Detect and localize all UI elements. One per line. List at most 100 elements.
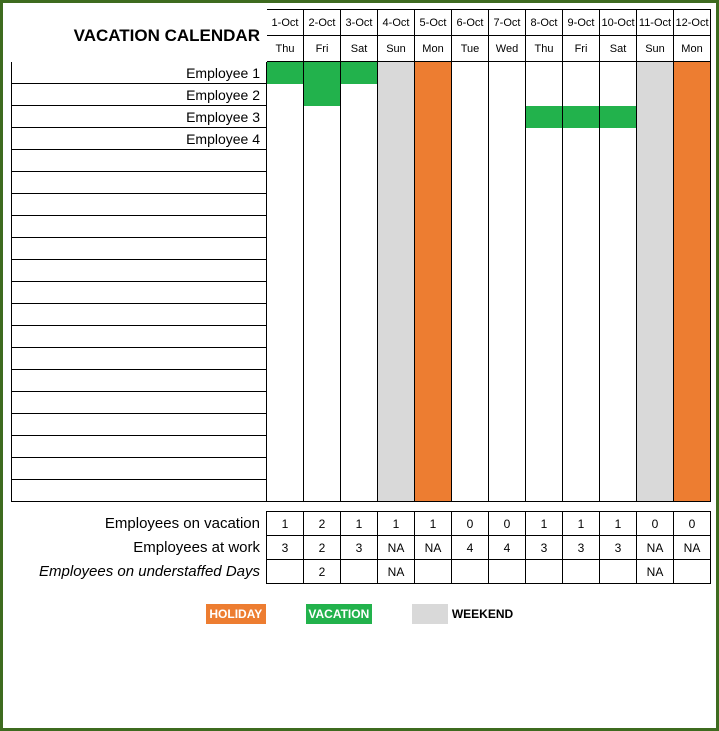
grid-cell: [600, 260, 637, 282]
grid-cell: [415, 216, 452, 238]
date-header: 5-Oct: [415, 10, 452, 36]
grid-cell: [637, 392, 674, 414]
grid-cell: [304, 260, 341, 282]
grid-cell: [452, 84, 489, 106]
grid-cell: [526, 84, 563, 106]
grid-cell: [378, 414, 415, 436]
grid-cell: [674, 194, 711, 216]
grid-cell: [637, 84, 674, 106]
grid-cell: [415, 392, 452, 414]
employee-label: [12, 172, 267, 194]
legend-vacation: VACATION: [306, 604, 372, 624]
grid-cell: [637, 480, 674, 502]
grid-cell: [452, 282, 489, 304]
grid-cell: [304, 480, 341, 502]
employee-label: [12, 216, 267, 238]
summary-label: Employees at work: [12, 536, 267, 560]
grid-cell: [415, 260, 452, 282]
grid-cell: [489, 392, 526, 414]
summary-cell: NA: [674, 536, 711, 560]
grid-cell: [378, 370, 415, 392]
grid-cell: [526, 128, 563, 150]
grid-cell: [415, 84, 452, 106]
grid-cell: [489, 106, 526, 128]
grid-cell: [341, 62, 378, 84]
grid-cell: [452, 128, 489, 150]
day-header: Sun: [637, 36, 674, 62]
grid-cell: [563, 392, 600, 414]
day-header: Mon: [674, 36, 711, 62]
grid-cell: [452, 414, 489, 436]
grid-cell: [637, 326, 674, 348]
legend: HOLIDAY VACATION WEEKEND: [11, 604, 708, 624]
employee-label: [12, 480, 267, 502]
grid-cell: [378, 84, 415, 106]
summary-cell: 1: [563, 512, 600, 536]
grid-cell: [304, 106, 341, 128]
grid-cell: [341, 150, 378, 172]
grid-cell: [674, 480, 711, 502]
grid-cell: [378, 458, 415, 480]
grid-cell: [600, 458, 637, 480]
day-header: Sun: [378, 36, 415, 62]
grid-cell: [378, 128, 415, 150]
date-header: 8-Oct: [526, 10, 563, 36]
grid-cell: [304, 392, 341, 414]
summary-cell: 1: [341, 512, 378, 536]
employee-label: Employee 3: [12, 106, 267, 128]
grid-cell: [563, 216, 600, 238]
summary-cell: NA: [415, 536, 452, 560]
grid-cell: [452, 172, 489, 194]
grid-cell: [563, 84, 600, 106]
grid-cell: [526, 458, 563, 480]
grid-cell: [415, 106, 452, 128]
grid-cell: [267, 62, 304, 84]
grid-cell: [489, 194, 526, 216]
grid-cell: [674, 392, 711, 414]
grid-cell: [600, 216, 637, 238]
grid-cell: [526, 414, 563, 436]
date-header: 12-Oct: [674, 10, 711, 36]
grid-cell: [637, 282, 674, 304]
summary-cell: 1: [415, 512, 452, 536]
grid-cell: [674, 238, 711, 260]
grid-cell: [378, 150, 415, 172]
employee-label: [12, 282, 267, 304]
summary-cell: NA: [378, 560, 415, 584]
employee-label: Employee 1: [12, 62, 267, 84]
grid-cell: [563, 150, 600, 172]
grid-cell: [489, 436, 526, 458]
grid-cell: [378, 304, 415, 326]
grid-cell: [415, 458, 452, 480]
employee-label: [12, 348, 267, 370]
grid-cell: [304, 414, 341, 436]
employee-label: [12, 458, 267, 480]
grid-cell: [489, 282, 526, 304]
grid-cell: [341, 414, 378, 436]
grid-cell: [674, 348, 711, 370]
grid-cell: [267, 260, 304, 282]
grid-cell: [341, 458, 378, 480]
grid-cell: [267, 150, 304, 172]
employee-label: [12, 304, 267, 326]
grid-cell: [304, 128, 341, 150]
grid-cell: [674, 128, 711, 150]
grid-cell: [304, 238, 341, 260]
grid-cell: [415, 194, 452, 216]
grid-cell: [341, 370, 378, 392]
grid-cell: [600, 480, 637, 502]
summary-cell: 0: [452, 512, 489, 536]
grid-cell: [341, 216, 378, 238]
employee-label: [12, 414, 267, 436]
employee-label: [12, 370, 267, 392]
grid-cell: [600, 436, 637, 458]
grid-cell: [526, 172, 563, 194]
grid-cell: [267, 172, 304, 194]
employee-label: [12, 150, 267, 172]
grid-cell: [415, 326, 452, 348]
date-header: 10-Oct: [600, 10, 637, 36]
grid-cell: [563, 458, 600, 480]
grid-cell: [304, 62, 341, 84]
grid-cell: [267, 128, 304, 150]
grid-cell: [304, 326, 341, 348]
